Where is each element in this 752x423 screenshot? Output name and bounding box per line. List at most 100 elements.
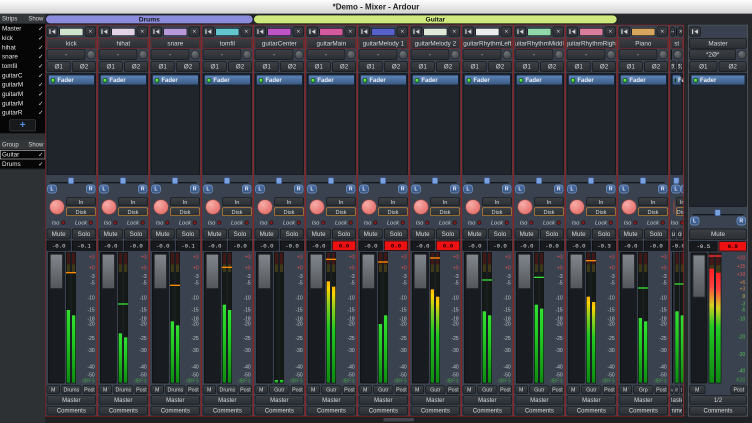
pan-slider[interactable] (151, 176, 200, 185)
output-button[interactable]: Master (619, 395, 668, 404)
pan-left-button[interactable]: L (463, 185, 472, 194)
input-button[interactable]: - (411, 49, 450, 60)
checkmark-icon[interactable]: ✓ (38, 34, 43, 41)
solo-button[interactable]: Solo (592, 229, 616, 240)
strip-name-button[interactable]: guitarRhythmLeft (463, 38, 512, 49)
fader-led-icon[interactable] (155, 78, 160, 83)
pan-slider[interactable] (307, 176, 356, 185)
checkmark-icon[interactable]: ✓ (38, 100, 43, 107)
record-arm-button[interactable] (569, 199, 584, 214)
mute-button[interactable]: Mute (515, 229, 539, 240)
trim-knob[interactable] (243, 50, 252, 59)
peak-display[interactable]: 0.0 (436, 241, 460, 251)
strips-list-item[interactable]: guitarR✓ (0, 108, 45, 117)
strip-name-button[interactable]: hihat (99, 38, 148, 49)
checkmark-icon[interactable]: ✓ (38, 72, 43, 79)
trim-knob[interactable] (659, 50, 668, 59)
monitor-input-button[interactable]: In (170, 197, 200, 206)
processor-box[interactable]: Fader (619, 73, 668, 174)
fader-thumb[interactable] (693, 255, 706, 298)
mono-button[interactable]: M (689, 385, 705, 394)
strip-color-bar[interactable] (475, 28, 499, 36)
monitor-input-button[interactable]: In (482, 197, 512, 206)
strip-close-button[interactable]: × (241, 27, 252, 37)
group-button[interactable]: Drums (217, 385, 237, 394)
pan-left-button[interactable]: L (411, 185, 420, 194)
processor-box[interactable]: Fader (99, 73, 148, 174)
strip-close-button[interactable]: × (85, 27, 96, 37)
fader-slider[interactable] (464, 252, 481, 383)
gain-display[interactable]: -0.0 (99, 241, 123, 251)
record-arm-button[interactable] (153, 199, 168, 214)
processor-box[interactable]: Fader (411, 73, 460, 174)
fader-thumb[interactable] (570, 254, 583, 289)
fader-led-icon[interactable] (693, 78, 698, 83)
fader-slider[interactable] (48, 252, 65, 383)
phase-2-button[interactable]: Ø2 (280, 61, 304, 72)
metering-point-button[interactable]: Post (187, 385, 200, 394)
strip-close-button[interactable]: × (553, 27, 564, 37)
strips-list-item[interactable]: snare✓ (0, 52, 45, 61)
gain-display[interactable]: -0.0 (567, 241, 591, 251)
peak-display[interactable]: 0.0 (384, 241, 408, 251)
solo-button[interactable]: Solo (384, 229, 408, 240)
strip-close-button[interactable]: × (449, 27, 460, 37)
phase-2-button[interactable]: Ø2 (228, 61, 252, 72)
comments-button[interactable]: Comments (411, 406, 460, 415)
strip-color-bar[interactable] (631, 28, 655, 36)
peak-display[interactable]: -0.0 (228, 241, 252, 251)
output-button[interactable]: Master (255, 395, 304, 404)
strip-leftmost-button[interactable] (567, 27, 578, 37)
fader-thumb[interactable] (466, 254, 479, 289)
monitor-input-button[interactable]: In (274, 197, 304, 206)
group-tab-guitar[interactable]: Guitar (253, 15, 617, 24)
gain-display[interactable]: -0.0 (619, 241, 643, 251)
pan-right-button[interactable]: R (294, 185, 303, 194)
phase-1-button[interactable]: Ø1 (151, 61, 175, 72)
checkmark-icon[interactable]: ✓ (38, 25, 43, 32)
group-list-item-guitar[interactable]: Guitar✓ (0, 150, 45, 159)
record-arm-button[interactable] (621, 199, 636, 214)
record-arm-button[interactable] (673, 199, 674, 214)
comments-button[interactable]: Comments (359, 406, 408, 415)
phase-1-button[interactable]: Ø1 (619, 61, 643, 72)
strip-close-button[interactable]: × (397, 27, 408, 37)
processor-fader-entry[interactable]: Fader (412, 75, 459, 86)
phase-1-button[interactable]: Ø1 (359, 61, 383, 72)
monitor-disk-button[interactable]: Disk (118, 207, 148, 216)
pan-handle[interactable] (484, 177, 490, 184)
pan-right-button[interactable]: R (450, 185, 459, 194)
group-button[interactable]: Gutr (373, 385, 393, 394)
trim-knob[interactable] (451, 50, 460, 59)
monitor-disk-button[interactable]: Disk (326, 207, 356, 216)
horizontal-scrollbar[interactable] (45, 417, 752, 423)
strips-list-item[interactable]: Master✓ (0, 24, 45, 33)
input-button[interactable]: - (619, 49, 658, 60)
checkmark-icon[interactable]: ✓ (38, 151, 43, 158)
trim-knob[interactable] (399, 50, 408, 59)
comments-button[interactable]: Comments (619, 406, 668, 415)
fader-slider[interactable] (360, 252, 377, 383)
strip-name-button[interactable]: guitarRhythmMiddle (515, 38, 564, 49)
group-button[interactable]: Gutr (269, 385, 289, 394)
strips-list-item[interactable]: guitarC✓ (0, 71, 45, 80)
solo-lock-button[interactable]: Lock (592, 219, 616, 226)
strip-close-button[interactable]: × (605, 27, 616, 37)
pan-slider[interactable] (255, 176, 304, 185)
record-arm-button[interactable] (49, 199, 64, 214)
strips-list-item[interactable]: hihat✓ (0, 43, 45, 52)
strip-name-button[interactable]: guitarCenter (255, 38, 304, 49)
pan-slider[interactable] (567, 176, 616, 185)
gain-display[interactable]: -0.5 (689, 241, 717, 251)
phase-1-button[interactable]: Ø1 (47, 61, 71, 72)
strip-leftmost-button[interactable] (671, 27, 675, 37)
phase-2-button[interactable]: Ø2 (644, 61, 668, 72)
phase-1-button[interactable]: Ø1 (307, 61, 331, 72)
monitor-disk-button[interactable]: Disk (586, 207, 616, 216)
pan-handle[interactable] (432, 177, 438, 184)
comments-button[interactable]: Comments (689, 406, 746, 415)
metering-point-button[interactable]: Post (603, 385, 616, 394)
solo-lock-button[interactable]: Lock (436, 219, 460, 226)
strip-color-bar[interactable] (371, 28, 395, 36)
fader-thumb[interactable] (414, 254, 427, 289)
